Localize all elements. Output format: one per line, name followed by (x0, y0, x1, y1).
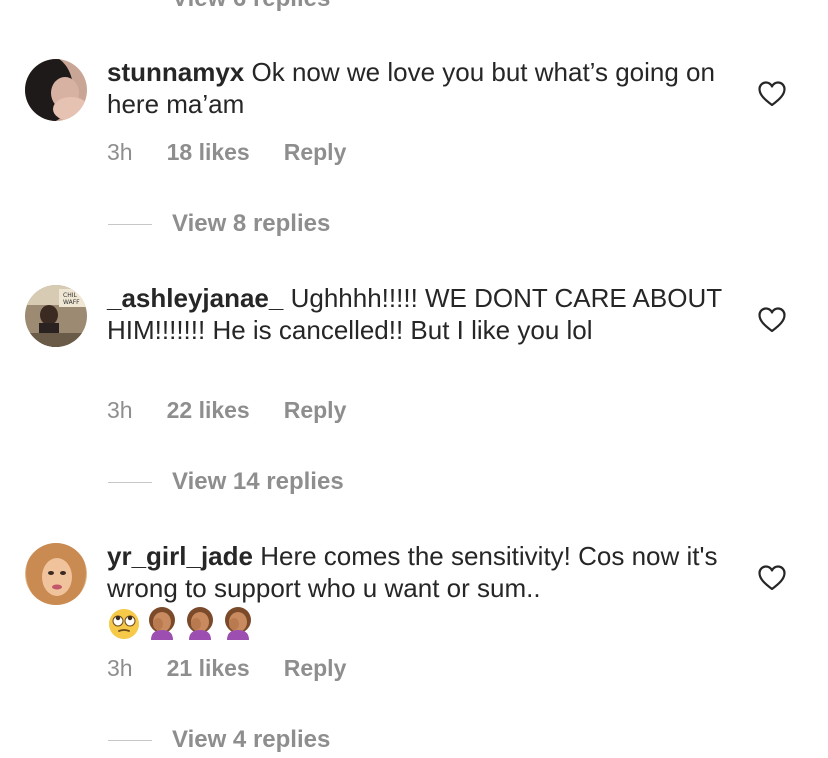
comment-username[interactable]: stunnamyx (107, 57, 244, 87)
avatar[interactable] (25, 59, 87, 121)
view-replies-label: View 6 replies (172, 0, 330, 13)
reply-divider-line (108, 481, 152, 483)
reply-divider-line (108, 739, 152, 741)
view-replies-label: View 8 replies (172, 210, 331, 237)
avatar[interactable] (25, 543, 87, 605)
reply-divider-line (108, 223, 152, 225)
reply-button[interactable]: Reply (284, 139, 347, 166)
comment-username[interactable]: _ashleyjanae_ (107, 283, 283, 313)
view-replies-label: View 14 replies (172, 468, 344, 495)
view-replies-button[interactable]: View 14 replies (108, 467, 344, 497)
face-with-rolling-eyes-emoji (107, 606, 141, 640)
woman-facepalming-emoji (183, 606, 217, 640)
comment-body: yr_girl_jade Here comes the sensitivity!… (107, 540, 727, 640)
heart-icon[interactable] (758, 81, 786, 107)
view-replies-button[interactable]: View 8 replies (108, 209, 330, 239)
reply-button[interactable]: Reply (284, 655, 347, 682)
comment-body: _ashleyjanae_ Ughhhh!!!!! WE DONT CARE A… (107, 282, 727, 346)
view-replies-label: View 4 replies (172, 726, 331, 753)
avatar-sign-text: CHIL (63, 292, 77, 299)
comment-likes[interactable]: 21 likes (167, 655, 250, 682)
comment-meta: 3h 18 likes Reply (107, 137, 346, 167)
woman-facepalming-emoji (221, 606, 255, 640)
view-replies-button[interactable]: View 4 replies (108, 725, 330, 755)
comment-body: stunnamyx Ok now we love you but what’s … (107, 56, 727, 120)
woman-facepalming-emoji (145, 606, 179, 640)
avatar[interactable]: CHIL WAFF (25, 285, 87, 347)
emoji-row (107, 606, 727, 640)
heart-icon[interactable] (758, 307, 786, 333)
comment-time: 3h (107, 138, 133, 165)
avatar-sign-text: WAFF (63, 299, 80, 306)
comment-likes[interactable]: 18 likes (167, 139, 250, 166)
comment-time: 3h (107, 396, 133, 423)
comment-meta: 3h 21 likes Reply (107, 653, 346, 683)
view-replies-top[interactable]: View 6 replies (108, 0, 330, 14)
comment-likes[interactable]: 22 likes (167, 397, 250, 424)
reply-button[interactable]: Reply (284, 397, 347, 424)
comment-meta: 3h 22 likes Reply (107, 395, 346, 425)
comment-username[interactable]: yr_girl_jade (107, 541, 253, 571)
heart-icon[interactable] (758, 565, 786, 591)
comment-time: 3h (107, 654, 133, 681)
